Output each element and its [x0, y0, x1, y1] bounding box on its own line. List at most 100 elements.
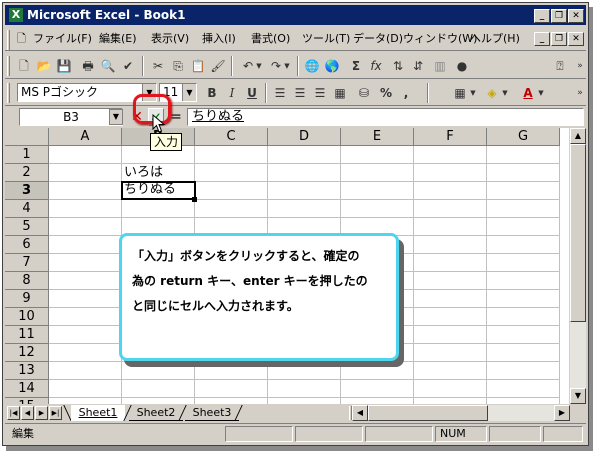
align-right-icon[interactable]: ☰: [311, 84, 329, 102]
fill-color-dropdown-icon[interactable]: ▼: [501, 84, 509, 102]
cell-d15[interactable]: [268, 398, 341, 404]
row-header-2[interactable]: 2: [5, 164, 49, 182]
menu-window[interactable]: ウィンドウ(W): [403, 31, 477, 47]
row-header-3[interactable]: 3: [5, 182, 49, 200]
open-icon[interactable]: 📂: [35, 57, 53, 75]
cell-g9[interactable]: [487, 290, 560, 308]
row-header-4[interactable]: 4: [5, 200, 49, 218]
menu-view[interactable]: 表示(V): [151, 31, 189, 47]
name-box[interactable]: B3: [19, 108, 123, 126]
cell-e13[interactable]: [341, 362, 414, 380]
row-header-6[interactable]: 6: [5, 236, 49, 254]
close-button[interactable]: ✕: [568, 9, 584, 23]
next-sheet-icon[interactable]: ▶: [35, 406, 48, 420]
cell-f12[interactable]: [414, 344, 487, 362]
web-toolbar-icon[interactable]: 🌎: [323, 57, 341, 75]
last-sheet-icon[interactable]: ▶|: [49, 406, 62, 420]
cell-g13[interactable]: [487, 362, 560, 380]
cell-g1[interactable]: [487, 146, 560, 164]
minimize-button[interactable]: _: [534, 9, 550, 23]
help-icon[interactable]: ⍰: [551, 57, 569, 75]
cell-g5[interactable]: [487, 218, 560, 236]
doc-minimize-button[interactable]: _: [534, 32, 550, 46]
cell-d14[interactable]: [268, 380, 341, 398]
menu-file[interactable]: ファイル(F): [33, 31, 92, 47]
row-header-13[interactable]: 13: [5, 362, 49, 380]
cell-c2[interactable]: [195, 164, 268, 182]
column-header-c[interactable]: C: [195, 128, 268, 146]
save-icon[interactable]: 💾: [55, 57, 73, 75]
cell-e3[interactable]: [341, 182, 414, 200]
autosum-icon[interactable]: Σ: [347, 57, 365, 75]
row-header-8[interactable]: 8: [5, 272, 49, 290]
cell-a1[interactable]: [49, 146, 122, 164]
active-cell-editor[interactable]: ちりぬる: [121, 181, 196, 200]
cell-a7[interactable]: [49, 254, 122, 272]
cell-d3[interactable]: [268, 182, 341, 200]
row-header-10[interactable]: 10: [5, 308, 49, 326]
hyperlink-icon[interactable]: 🌐: [303, 57, 321, 75]
cell-f7[interactable]: [414, 254, 487, 272]
cell-a3[interactable]: [49, 182, 122, 200]
chart-wizard-icon[interactable]: ▥: [431, 57, 449, 75]
percent-button[interactable]: %: [377, 84, 395, 102]
cell-c14[interactable]: [195, 380, 268, 398]
row-header-5[interactable]: 5: [5, 218, 49, 236]
zoom-dropdown[interactable]: [477, 57, 517, 75]
vertical-scrollbar[interactable]: ▲ ▼: [570, 128, 586, 404]
vertical-scroll-thumb[interactable]: [570, 144, 586, 322]
cell-b2[interactable]: いろは: [122, 164, 195, 182]
cell-a10[interactable]: [49, 308, 122, 326]
row-header-11[interactable]: 11: [5, 326, 49, 344]
spelling-icon[interactable]: ✔: [119, 57, 137, 75]
scroll-down-icon[interactable]: ▼: [570, 388, 586, 404]
cell-c3[interactable]: [195, 182, 268, 200]
cell-f9[interactable]: [414, 290, 487, 308]
merge-center-icon[interactable]: ▦: [331, 84, 349, 102]
tab-sheet1[interactable]: Sheet1: [71, 405, 125, 421]
column-header-f[interactable]: F: [414, 128, 487, 146]
paste-icon[interactable]: 📋: [189, 57, 207, 75]
cell-f13[interactable]: [414, 362, 487, 380]
cell-f2[interactable]: [414, 164, 487, 182]
print-preview-icon[interactable]: 🔍: [99, 57, 117, 75]
format-painter-icon[interactable]: 🖌: [209, 57, 227, 75]
comma-button[interactable]: ,: [397, 84, 415, 102]
scroll-left-icon[interactable]: ◀: [352, 405, 368, 421]
scroll-up-icon[interactable]: ▲: [570, 128, 586, 144]
cell-g11[interactable]: [487, 326, 560, 344]
borders-dropdown-icon[interactable]: ▼: [469, 84, 477, 102]
excel-icon[interactable]: X: [9, 8, 23, 22]
cell-a4[interactable]: [49, 200, 122, 218]
row-header-12[interactable]: 12: [5, 344, 49, 362]
edit-formula-button[interactable]: =: [169, 108, 183, 126]
column-header-g[interactable]: G: [487, 128, 560, 146]
doc-icon[interactable]: 🗋: [17, 31, 31, 47]
font-color-dropdown-icon[interactable]: ▼: [537, 84, 545, 102]
cell-g14[interactable]: [487, 380, 560, 398]
cell-c1[interactable]: [195, 146, 268, 164]
cell-g7[interactable]: [487, 254, 560, 272]
column-header-d[interactable]: D: [268, 128, 341, 146]
cell-e4[interactable]: [341, 200, 414, 218]
column-header-e[interactable]: E: [341, 128, 414, 146]
doc-restore-button[interactable]: ❐: [551, 32, 567, 46]
cell-e1[interactable]: [341, 146, 414, 164]
horizontal-scroll-thumb[interactable]: [368, 405, 488, 421]
cell-g8[interactable]: [487, 272, 560, 290]
cell-a14[interactable]: [49, 380, 122, 398]
italic-button[interactable]: I: [223, 84, 241, 102]
cell-f6[interactable]: [414, 236, 487, 254]
cell-b4[interactable]: [122, 200, 195, 218]
name-box-dropdown-icon[interactable]: ▼: [109, 109, 123, 125]
menu-help[interactable]: ヘルプ(H): [470, 31, 520, 47]
cell-g4[interactable]: [487, 200, 560, 218]
toolbar-grip[interactable]: [7, 56, 10, 76]
cell-b13[interactable]: [122, 362, 195, 380]
column-header-a[interactable]: A: [49, 128, 122, 146]
copy-icon[interactable]: ⎘: [169, 57, 187, 75]
cell-f4[interactable]: [414, 200, 487, 218]
chevron-down-icon[interactable]: ▼: [182, 84, 196, 101]
first-sheet-icon[interactable]: |◀: [7, 406, 20, 420]
cell-f8[interactable]: [414, 272, 487, 290]
